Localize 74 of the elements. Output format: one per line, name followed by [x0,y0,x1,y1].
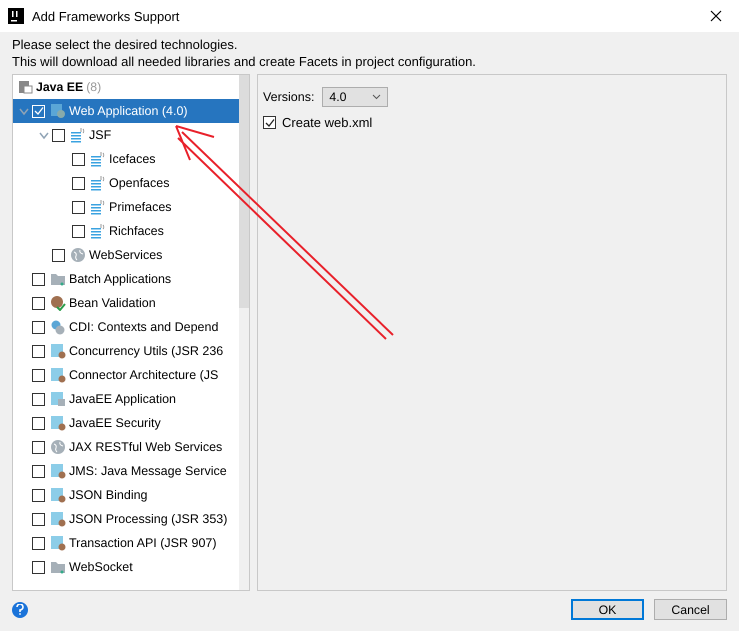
bean-check-icon [50,295,66,311]
checkbox[interactable] [32,320,45,334]
dialog-button[interactable]: Cancel [654,599,727,620]
globe-icon [70,247,86,263]
caret-icon [372,94,382,100]
tree-item[interactable]: WebSocket [13,555,239,579]
help-icon[interactable] [12,602,28,618]
tree-item[interactable]: JAX RESTful Web Services [13,435,239,459]
tree-group-header[interactable]: Java EE (8) [13,75,239,99]
checkbox[interactable] [72,176,85,190]
checkbox[interactable] [32,416,45,430]
tree-item[interactable]: JMS: Java Message Service [13,459,239,483]
checkbox[interactable] [52,128,65,142]
layers-icon [90,175,106,191]
module-group-icon [19,80,33,94]
module-icon [50,487,66,503]
checkbox[interactable] [32,536,45,550]
window-title: Add Frameworks Support [32,8,180,24]
tree-item[interactable]: Icefaces [13,147,239,171]
web-module-icon [50,103,66,119]
beans-icon [50,319,66,335]
layers-icon [90,199,106,215]
tree-item[interactable]: Openfaces [13,171,239,195]
checkbox[interactable] [32,344,45,358]
description-text: This will download all needed libraries and create Facets in project configuration. [12,54,477,69]
tree-item[interactable]: JavaEE Application [13,387,239,411]
tree-item[interactable]: JSF [13,123,239,147]
tree-item[interactable]: Connector Architecture (JS [13,363,239,387]
checkbox[interactable] [72,200,85,214]
tree-item[interactable]: Richfaces [13,219,239,243]
tree-item[interactable]: JSON Processing (JSR 353) [13,507,239,531]
layers-icon [90,223,106,239]
module-icon [50,463,66,479]
module-icon [50,367,66,383]
globe-icon [50,439,66,455]
checkbox[interactable] [32,392,45,406]
checkbox[interactable] [32,440,45,454]
version-dropdown[interactable]: 4.0 [322,87,388,107]
checkbox[interactable] [32,296,45,310]
module-icon [50,391,66,407]
checkbox[interactable] [32,512,45,526]
versions-label: Versions: [263,90,316,104]
tree-item[interactable]: Bean Validation [13,291,239,315]
module-icon [50,535,66,551]
checkbox[interactable] [32,368,45,382]
scrollbar[interactable] [239,75,249,590]
checkbox[interactable] [52,248,65,262]
tree-item[interactable]: JSON Binding [13,483,239,507]
module-icon [50,343,66,359]
tree-item[interactable]: Batch Applications [13,267,239,291]
tree-item[interactable]: JavaEE Security [13,411,239,435]
tree-item[interactable]: WebServices [13,243,239,267]
checkbox[interactable] [32,272,45,286]
folder-icon [50,271,66,287]
module-icon [50,511,66,527]
close-icon [710,10,722,22]
folder-icon [50,559,66,575]
checkbox[interactable] [263,116,276,129]
tree-item[interactable]: Transaction API (JSR 907) [13,531,239,555]
tree-item[interactable]: CDI: Contexts and Depend [13,315,239,339]
layers-icon [70,127,86,143]
app-logo-icon [8,8,24,24]
checkbox[interactable] [72,224,85,238]
checkbox[interactable] [32,560,45,574]
dialog-button[interactable]: OK [571,599,644,620]
checkbox[interactable] [32,488,45,502]
description-text: Please select the desired technologies. [12,37,238,52]
checkbox[interactable] [32,464,45,478]
tree-item[interactable]: Primefaces [13,195,239,219]
checkbox[interactable] [72,152,85,166]
module-icon [50,415,66,431]
tree-item[interactable]: Concurrency Utils (JSR 236 [13,339,239,363]
layers-icon [90,151,106,167]
create-web-xml-checkbox[interactable]: Create web.xml [263,115,721,130]
